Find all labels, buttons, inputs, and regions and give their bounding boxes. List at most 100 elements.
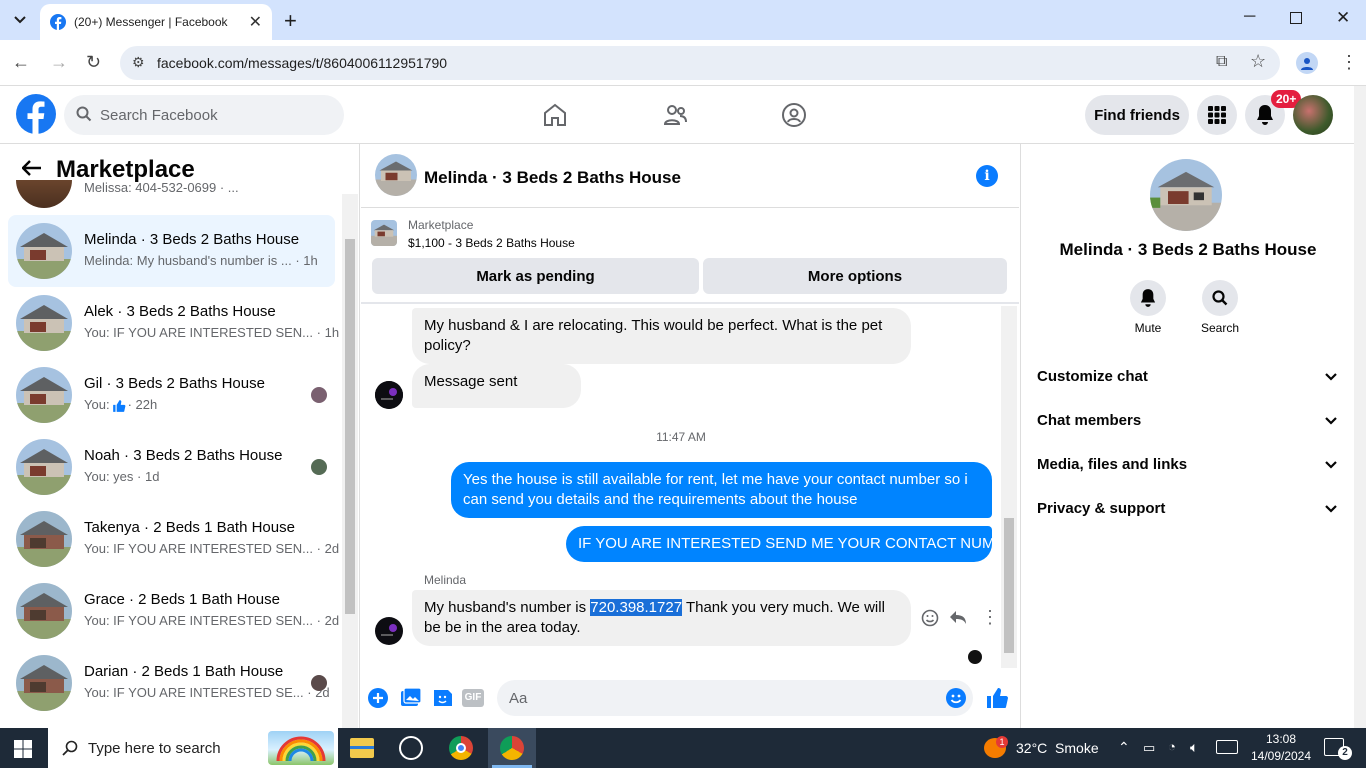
add-more-icon[interactable] <box>367 687 389 709</box>
media-files-links-item[interactable]: Media, files and links <box>1037 456 1337 473</box>
conversation-preview: You: IF YOU ARE INTERESTED SEN... · 1h <box>84 325 340 340</box>
search-conversation-icon[interactable] <box>1202 280 1238 316</box>
gif-icon[interactable]: GIF <box>462 689 484 707</box>
chevron-down-icon <box>1325 460 1337 469</box>
maximize-icon[interactable] <box>1290 12 1302 24</box>
minimize-icon[interactable]: ─ <box>1244 8 1255 26</box>
seen-receipt-avatar <box>968 650 982 664</box>
browser-tab[interactable]: (20+) Messenger | Facebook ✕ <box>40 4 272 40</box>
conversation-title: Noah · 3 Beds 2 Baths House <box>84 447 283 464</box>
react-emoji-icon[interactable] <box>921 609 939 627</box>
sender-avatar[interactable] <box>375 617 403 645</box>
facebook-search-input[interactable]: Search Facebook <box>64 95 344 135</box>
clock-time[interactable]: 13:08 <box>1248 732 1314 746</box>
emoji-icon[interactable] <box>945 687 967 709</box>
chevron-down-icon <box>1325 372 1337 381</box>
home-icon[interactable] <box>542 102 568 128</box>
groups-icon[interactable] <box>781 102 807 128</box>
chat-scrollbar[interactable] <box>1001 306 1017 668</box>
contact-avatar[interactable] <box>1150 159 1222 231</box>
chrome-profile-taskbar-button[interactable] <box>488 728 536 768</box>
chrome-icon <box>500 736 524 760</box>
message-more-icon[interactable]: ⋮ <box>981 607 999 628</box>
xbox-app-icon[interactable] <box>399 736 423 760</box>
conversation-item[interactable]: Gil · 3 Beds 2 Baths House You: · 22h <box>8 359 335 431</box>
conversation-item[interactable]: Takenya · 2 Beds 1 Bath House You: IF YOU… <box>8 503 339 575</box>
window-close-icon[interactable]: ✕ <box>1336 8 1350 28</box>
clock-date[interactable]: 14/09/2024 <box>1248 749 1314 763</box>
facebook-logo-icon[interactable] <box>16 94 56 134</box>
tab-search-icon[interactable] <box>10 10 30 30</box>
find-friends-button[interactable]: Find friends <box>1085 95 1189 135</box>
chat-members-item[interactable]: Chat members <box>1037 412 1337 429</box>
back-icon[interactable]: ← <box>12 52 30 73</box>
message-bubble-received[interactable]: Message sent <box>412 364 581 408</box>
volume-icon[interactable]: 🔈︎ <box>1190 739 1198 756</box>
sender-avatar[interactable] <box>375 381 403 409</box>
friends-icon[interactable] <box>662 102 688 128</box>
partial-conversation[interactable]: Melissa: 404-532-0699 · ... <box>16 180 346 208</box>
conversation-preview: You: yes · 1d <box>84 469 160 484</box>
forward-icon[interactable]: → <box>50 52 68 73</box>
tab-close-icon[interactable]: ✕ <box>249 12 262 32</box>
keyboard-icon[interactable] <box>1216 740 1238 754</box>
conversation-item[interactable]: Noah · 3 Beds 2 Baths House You: yes · 1d <box>8 431 335 503</box>
sticker-icon[interactable] <box>432 687 454 709</box>
show-hidden-icons-chevron-icon[interactable]: ⌃ <box>1118 739 1130 756</box>
customize-chat-item[interactable]: Customize chat <box>1037 368 1337 385</box>
account-avatar[interactable] <box>1293 95 1333 135</box>
conversation-title: Alek · 3 Beds 2 Baths House <box>84 303 276 320</box>
info-icon[interactable]: i <box>976 165 998 187</box>
like-thumbs-up-icon[interactable] <box>985 686 1009 710</box>
chat-title[interactable]: Melinda · 3 Beds 2 Baths House <box>424 168 681 188</box>
search-highlight-rainbow-icon <box>268 731 334 765</box>
mute-bell-icon[interactable] <box>1130 280 1166 316</box>
menu-grid-icon[interactable] <box>1197 95 1237 135</box>
conversation-thumbnail <box>16 655 72 711</box>
message-bubble-sent[interactable]: Yes the house is still available for ren… <box>451 462 992 518</box>
bookmark-star-icon[interactable]: ☆ <box>1250 51 1266 72</box>
page-scrollbar[interactable] <box>1354 86 1366 728</box>
conversation-item[interactable]: Grace · 2 Beds 1 Bath House You: IF YOU A… <box>8 575 339 647</box>
listing-thumbnail[interactable] <box>371 220 397 246</box>
conversation-item[interactable]: Alek · 3 Beds 2 Baths House You: IF YOU A… <box>8 287 339 359</box>
site-info-icon[interactable]: ⚙ <box>132 54 145 71</box>
tab-title: (20+) Messenger | Facebook <box>74 15 228 29</box>
more-options-button[interactable]: More options <box>703 258 1007 294</box>
left-scrollbar-thumb[interactable] <box>345 239 355 614</box>
left-scrollbar[interactable] <box>342 194 358 728</box>
windows-start-icon[interactable] <box>14 740 32 758</box>
wifi-icon[interactable]: ◔ <box>1168 739 1176 754</box>
mark-as-pending-button[interactable]: Mark as pending <box>372 258 699 294</box>
reload-icon[interactable]: ↻ <box>86 52 101 73</box>
conversation-thumbnail <box>16 180 72 208</box>
conversation-item[interactable]: Darian · 2 Beds 1 Bath House You: IF YOU … <box>8 647 335 719</box>
message-bubble-received[interactable]: My husband & I are relocating. This woul… <box>412 308 911 364</box>
attach-photo-icon[interactable] <box>400 687 422 709</box>
new-tab-icon[interactable]: + <box>284 8 297 34</box>
address-bar[interactable]: ⚙ facebook.com/messages/t/86040061129517… <box>120 46 1280 80</box>
listing-info[interactable]: $1,100 - 3 Beds 2 Baths House <box>408 236 575 250</box>
conversation-title: Melinda · 3 Beds 2 Baths House <box>84 231 300 248</box>
chat-scrollbar-thumb[interactable] <box>1004 518 1014 653</box>
chrome-icon[interactable] <box>449 736 473 760</box>
reply-icon[interactable] <box>949 610 967 626</box>
weather-text[interactable]: 32°C Smoke <box>1016 740 1099 756</box>
taskbar-search-placeholder: Type here to search <box>88 739 221 757</box>
privacy-support-item[interactable]: Privacy & support <box>1037 500 1337 517</box>
conversation-item[interactable]: Melinda · 3 Beds 2 Baths House Melinda: M… <box>8 215 335 287</box>
url-text: facebook.com/messages/t/8604006112951790 <box>157 55 448 71</box>
highlighted-phone-number[interactable]: 720.398.1727 <box>590 599 683 616</box>
message-bubble-received[interactable]: My husband's number is 720.398.1727 Than… <box>412 590 911 646</box>
back-arrow-icon[interactable] <box>22 160 42 176</box>
battery-icon[interactable]: ▭ <box>1143 740 1155 756</box>
browser-menu-icon[interactable]: ⋮ <box>1340 52 1358 73</box>
message-input[interactable]: Aa <box>497 680 973 716</box>
taskbar-search-input[interactable]: Type here to search <box>48 728 338 768</box>
profile-icon[interactable] <box>1296 52 1318 74</box>
chat-header-avatar[interactable] <box>375 154 417 196</box>
install-app-icon[interactable]: ⧉ <box>1216 53 1227 71</box>
message-bubble-sent[interactable]: IF YOU ARE INTERESTED SEND ME YOUR CONTA… <box>566 526 1025 562</box>
conversation-thumbnail <box>16 367 72 423</box>
file-explorer-icon[interactable] <box>350 738 374 758</box>
